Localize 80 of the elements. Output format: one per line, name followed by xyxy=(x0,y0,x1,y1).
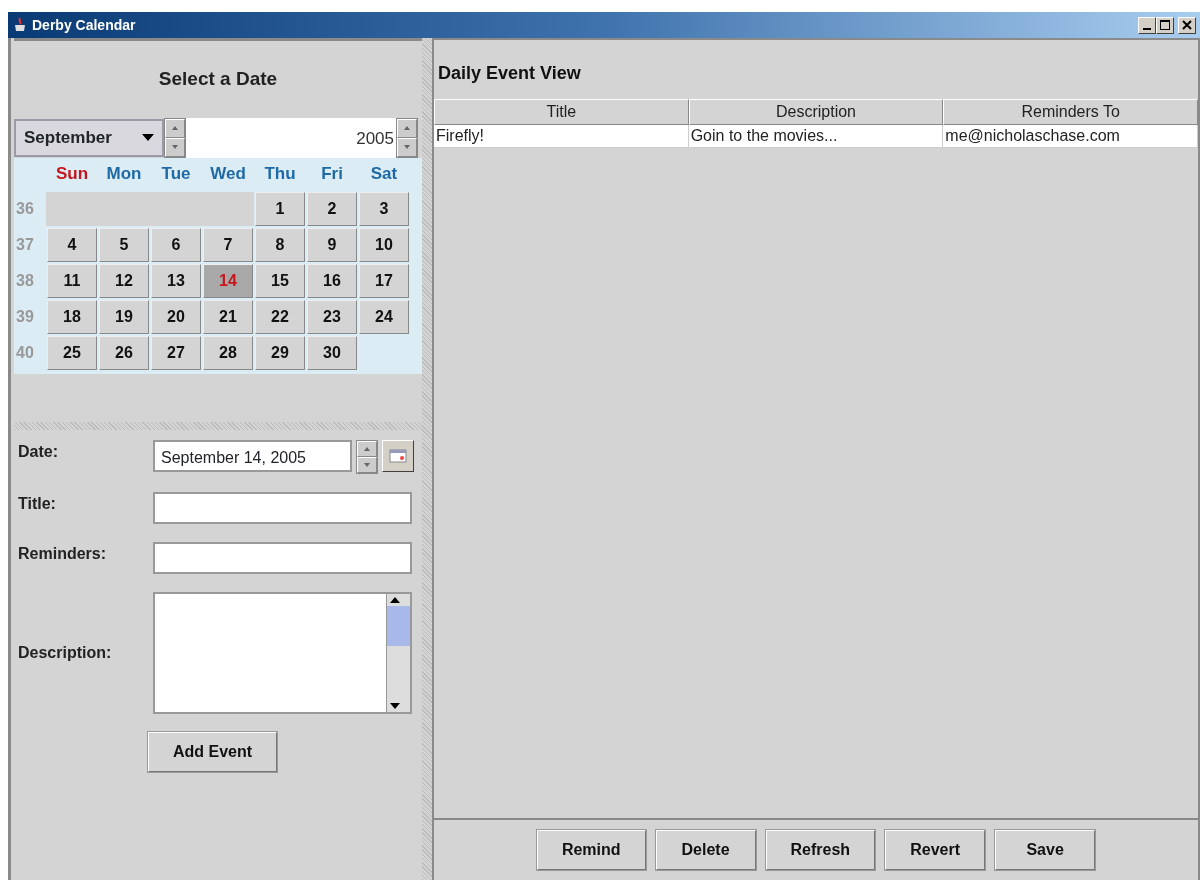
action-button[interactable]: Delete xyxy=(655,830,756,870)
field-label: Reminders: xyxy=(18,544,108,564)
column-header[interactable]: Description xyxy=(688,99,944,125)
week-number: 39 xyxy=(15,306,35,327)
day-button[interactable]: 21 xyxy=(203,299,253,334)
day-button[interactable]: 29 xyxy=(255,335,305,370)
weekday-label: Tue xyxy=(160,162,192,185)
maximize-button[interactable] xyxy=(1156,16,1174,34)
day-button[interactable]: 1 xyxy=(255,191,305,226)
week-number: 36 xyxy=(15,198,35,219)
table-cell: Goin to the movies... xyxy=(688,125,944,148)
calendar-icon xyxy=(389,448,407,464)
day-button[interactable]: 24 xyxy=(359,299,409,334)
day-button[interactable]: 27 xyxy=(151,335,201,370)
close-button[interactable] xyxy=(1178,16,1196,34)
year-field[interactable]: 2005 xyxy=(186,117,396,158)
week-number: 37 xyxy=(15,234,35,255)
table-cell: me@nicholaschase.com xyxy=(943,125,1198,148)
description-field[interactable] xyxy=(153,592,412,714)
weekday-label: Mon xyxy=(105,162,143,185)
minimize-button[interactable] xyxy=(1138,16,1156,34)
calendar-button[interactable] xyxy=(382,440,414,472)
day-button[interactable]: 22 xyxy=(255,299,305,334)
field-label: Description: xyxy=(18,643,113,663)
day-button[interactable]: 25 xyxy=(47,335,97,370)
action-button[interactable]: Save xyxy=(995,830,1096,870)
year-spinner[interactable] xyxy=(396,117,418,158)
day-button[interactable]: 17 xyxy=(359,263,409,298)
app-icon xyxy=(12,17,28,33)
table-cell: Firefly! xyxy=(434,125,689,148)
action-button[interactable]: Refresh xyxy=(765,830,876,870)
window-title: Derby Calendar xyxy=(32,15,136,35)
column-header[interactable]: Reminders To xyxy=(943,99,1198,125)
column-header[interactable]: Title xyxy=(434,99,689,125)
caret-icon xyxy=(142,134,154,141)
maximize-icon xyxy=(1159,19,1171,31)
date-field[interactable]: September 14, 2005 xyxy=(153,440,352,472)
action-button[interactable]: Remind xyxy=(536,830,646,870)
week-number: 38 xyxy=(15,270,35,291)
day-button[interactable]: 13 xyxy=(151,263,201,298)
week-number: 40 xyxy=(15,342,35,363)
scroll-bar[interactable] xyxy=(386,594,410,712)
day-button[interactable]: 15 xyxy=(255,263,305,298)
day-button[interactable]: 4 xyxy=(47,227,97,262)
weekday-label: Wed xyxy=(209,162,247,185)
field-label: Title: xyxy=(18,494,57,514)
day-button[interactable]: 16 xyxy=(307,263,357,298)
day-button[interactable]: 20 xyxy=(151,299,201,334)
text-field[interactable] xyxy=(153,492,412,524)
day-button[interactable]: 30 xyxy=(307,335,357,370)
day-button[interactable]: 7 xyxy=(203,227,253,262)
weekday-label: Fri xyxy=(320,162,344,185)
day-button[interactable]: 3 xyxy=(359,191,409,226)
day-button[interactable]: 6 xyxy=(151,227,201,262)
weekday-label: Sat xyxy=(369,162,399,185)
panel-heading: Daily Event View xyxy=(438,63,581,83)
day-button[interactable]: 11 xyxy=(47,263,97,298)
field-label: Date: xyxy=(18,442,59,462)
action-button[interactable]: Revert xyxy=(885,830,986,870)
day-button[interactable]: 10 xyxy=(359,227,409,262)
text-field[interactable] xyxy=(153,542,412,574)
day-button[interactable]: 5 xyxy=(99,227,149,262)
day-button[interactable]: 28 xyxy=(203,335,253,370)
weekday-label: Thu xyxy=(263,162,297,185)
day-button[interactable]: 9 xyxy=(307,227,357,262)
day-button[interactable]: 26 xyxy=(99,335,149,370)
month-dropdown[interactable]: September xyxy=(14,118,164,157)
day-button[interactable]: 2 xyxy=(307,191,357,226)
date-spinner[interactable] xyxy=(356,440,378,474)
panel-heading: Select a Date xyxy=(158,68,278,89)
day-button[interactable]: 8 xyxy=(255,227,305,262)
day-button[interactable]: 23 xyxy=(307,299,357,334)
day-button[interactable]: 12 xyxy=(99,263,149,298)
month-spinner[interactable] xyxy=(164,117,186,158)
day-button[interactable]: 19 xyxy=(99,299,149,334)
add-event-button[interactable]: Add Event xyxy=(148,732,278,772)
weekday-label: Sun xyxy=(54,162,90,185)
minimize-icon xyxy=(1143,28,1151,30)
close-icon xyxy=(1181,19,1193,31)
day-button[interactable]: 18 xyxy=(47,299,97,334)
